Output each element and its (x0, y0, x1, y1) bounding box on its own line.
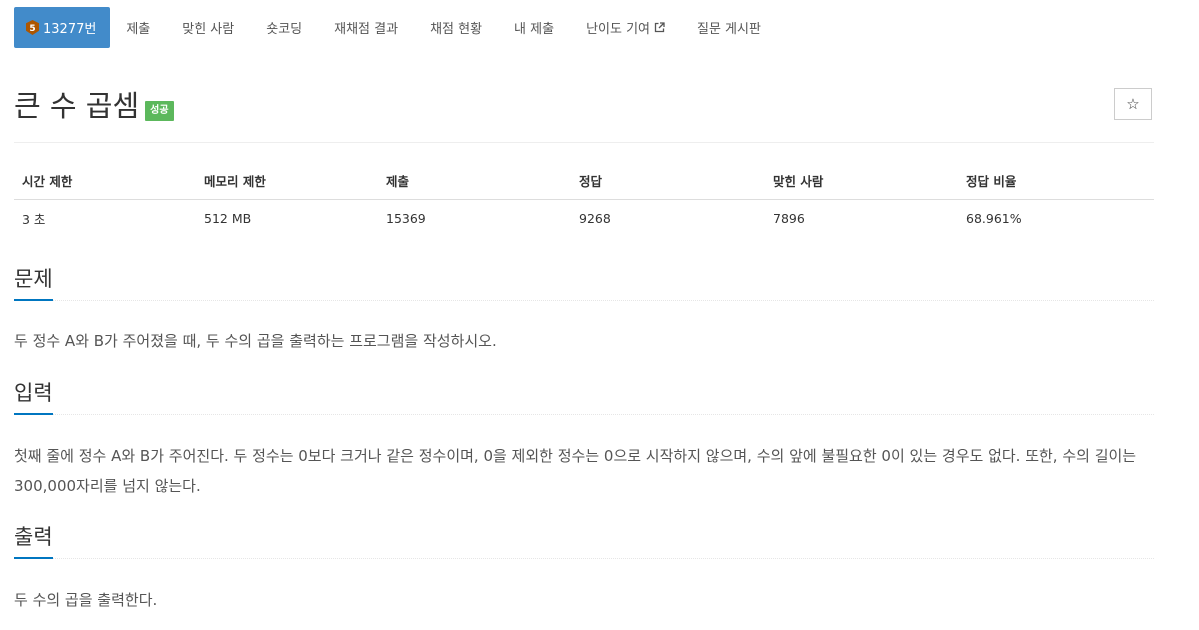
nav-submit[interactable]: 제출 (110, 7, 166, 48)
title-divider (14, 142, 1154, 143)
description-title: 문제 (14, 266, 53, 301)
header-time-limit: 시간 제한 (14, 163, 196, 200)
star-icon: ☆ (1126, 95, 1140, 113)
nav-problem-number[interactable]: 5 13277번 (14, 7, 111, 48)
nav-my-submissions[interactable]: 내 제출 (498, 7, 570, 48)
nav-solved-users[interactable]: 맞힌 사람 (166, 7, 250, 48)
header-submissions: 제출 (378, 163, 571, 200)
header-memory-limit: 메모리 제한 (196, 163, 378, 200)
nav-question-board[interactable]: 질문 게시판 (681, 7, 777, 48)
title-row: 큰 수 곱셈 성공 (14, 86, 174, 126)
value-memory-limit: 512 MB (204, 211, 252, 226)
header-solved-users: 맞힌 사람 (765, 163, 958, 200)
problem-info-table: 시간 제한 메모리 제한 제출 정답 맞힌 사람 정답 비율 3 초 512 M… (14, 163, 1154, 237)
description-text: 두 정수 A와 B가 주어졌을 때, 두 수의 곱을 출력하는 프로그램을 작성… (14, 332, 497, 350)
description-section-header: 문제 (14, 266, 1154, 301)
info-value-row: 3 초 512 MB 15369 9268 7896 68.961% (14, 200, 1154, 238)
problem-title: 큰 수 곱셈 (14, 89, 140, 123)
nav-rejudge-results-label: 재채점 결과 (334, 22, 399, 37)
nav-my-submissions-label: 내 제출 (514, 22, 555, 37)
header-accept-ratio: 정답 비율 (958, 163, 1154, 200)
tier-badge-icon: 5 (26, 20, 39, 35)
value-solved-users: 7896 (773, 211, 805, 226)
nav-short-coding-label: 숏코딩 (266, 22, 303, 37)
nav-status-label: 채점 현황 (430, 22, 483, 37)
input-section-header: 입력 (14, 380, 1154, 415)
nav-question-board-label: 질문 게시판 (697, 22, 761, 37)
nav-difficulty-contribution-label: 난이도 기여 (586, 22, 650, 37)
info-header-row: 시간 제한 메모리 제한 제출 정답 맞힌 사람 정답 비율 (14, 163, 1154, 200)
nav-difficulty-contribution[interactable]: 난이도 기여 (570, 7, 681, 48)
input-title: 입력 (14, 380, 53, 415)
external-link-icon (654, 22, 665, 33)
nav-rejudge-results[interactable]: 재채점 결과 (318, 7, 414, 48)
value-accepted: 9268 (579, 211, 611, 226)
output-text: 두 수의 곱을 출력한다. (14, 591, 158, 609)
problem-page: 5 13277번 제출 맞힌 사람 숏코딩 재채점 결과 채점 현황 내 제출 … (0, 0, 1199, 630)
nav-short-coding[interactable]: 숏코딩 (250, 7, 318, 48)
nav-status[interactable]: 채점 현황 (414, 7, 498, 48)
value-time-limit: 3 초 (22, 212, 46, 227)
output-title: 출력 (14, 524, 53, 559)
result-label-success: 성공 (145, 101, 174, 121)
header-accepted: 정답 (571, 163, 765, 200)
value-accept-ratio: 68.961% (966, 211, 1022, 226)
input-text: 첫째 줄에 정수 A와 B가 주어진다. 두 정수는 0보다 크거나 같은 정수… (14, 447, 1137, 495)
nav-solved-users-label: 맞힌 사람 (182, 22, 235, 37)
favorite-star-button[interactable]: ☆ (1114, 88, 1152, 120)
tier-badge-level: 5 (29, 24, 35, 34)
problem-menu: 5 13277번 제출 맞힌 사람 숏코딩 재채점 결과 채점 현황 내 제출 … (14, 7, 777, 48)
output-section-header: 출력 (14, 524, 1154, 559)
value-submissions: 15369 (386, 211, 426, 226)
nav-submit-label: 제출 (126, 22, 151, 37)
nav-problem-number-label: 13277번 (43, 22, 97, 37)
